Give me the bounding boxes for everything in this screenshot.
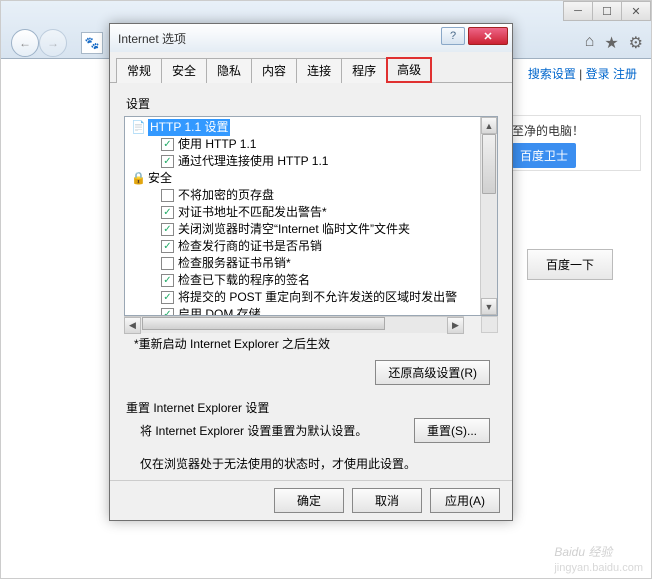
home-icon[interactable]: ⌂ — [585, 33, 595, 53]
scroll-down-icon[interactable]: ▼ — [481, 298, 497, 315]
tree-item[interactable]: ✓检查已下载的程序的签名 — [127, 272, 480, 289]
vertical-scrollbar[interactable]: ▲ ▼ — [480, 117, 497, 315]
scroll-track[interactable] — [481, 134, 497, 298]
login-link[interactable]: 登录 — [586, 67, 610, 81]
tree-item[interactable]: ✓将提交的 POST 重定向到不允许发送的区域时发出警 — [127, 289, 480, 306]
checkbox-icon[interactable]: ✓ — [161, 308, 174, 315]
checkbox-icon[interactable]: ✓ — [161, 223, 174, 236]
apply-button[interactable]: 应用(A) — [430, 488, 500, 513]
help-button[interactable]: ? — [441, 27, 465, 45]
ok-button[interactable]: 确定 — [274, 488, 344, 513]
scroll-corner — [481, 316, 498, 333]
tree-group-http[interactable]: 📄HTTP 1.1 设置 — [127, 119, 480, 136]
promo-button[interactable]: 百度卫士 — [512, 143, 576, 168]
tab-general[interactable]: 常规 — [116, 58, 162, 83]
checkbox-icon[interactable]: ✓ — [161, 291, 174, 304]
checkbox-icon[interactable]: ✓ — [161, 274, 174, 287]
register-link[interactable]: 注册 — [613, 67, 637, 81]
tab-strip: 常规 安全 隐私 内容 连接 程序 高级 — [110, 52, 512, 83]
tree-item[interactable]: ✓使用 HTTP 1.1 — [127, 136, 480, 153]
tab-privacy[interactable]: 隐私 — [206, 58, 252, 83]
scroll-left-icon[interactable]: ◀ — [124, 317, 141, 334]
hscroll-thumb[interactable] — [142, 317, 385, 330]
tree-item[interactable]: ✓启用 DOM 存储 — [127, 306, 480, 315]
checkbox-icon[interactable]: ✓ — [161, 138, 174, 151]
dialog-titlebar[interactable]: Internet 选项 ? ✕ — [110, 24, 512, 52]
tree-item[interactable]: ✓对证书地址不匹配发出警告* — [127, 204, 480, 221]
tree-item[interactable]: 不将加密的页存盘 — [127, 187, 480, 204]
star-icon[interactable]: ★ — [604, 33, 618, 53]
cancel-button[interactable]: 取消 — [352, 488, 422, 513]
toolbar-icons: ⌂ ★ ⚙ — [585, 33, 643, 53]
tab-connections[interactable]: 连接 — [296, 58, 342, 83]
gear-icon[interactable]: ⚙ — [629, 33, 643, 53]
horizontal-scrollbar[interactable]: ◀ ▶ — [124, 316, 464, 333]
checkbox-icon[interactable] — [161, 257, 174, 270]
tab-advanced[interactable]: 高级 — [386, 57, 432, 83]
minimize-button[interactable]: ─ — [563, 1, 593, 21]
tree-item[interactable]: ✓通过代理连接使用 HTTP 1.1 — [127, 153, 480, 170]
tab-programs[interactable]: 程序 — [341, 58, 387, 83]
checkbox-icon[interactable]: ✓ — [161, 155, 174, 168]
tree-group-security[interactable]: 🔒安全 — [127, 170, 480, 187]
forward-button[interactable]: → — [39, 29, 67, 57]
search-settings-link[interactable]: 搜索设置 — [528, 67, 576, 81]
favicon: 🐾 — [81, 32, 103, 54]
close-window-button[interactable]: ✕ — [621, 1, 651, 21]
checkbox-icon[interactable] — [161, 189, 174, 202]
window-controls: ─ ☐ ✕ — [564, 1, 651, 21]
tree-item[interactable]: ✓关闭浏览器时清空“Internet 临时文件”文件夹 — [127, 221, 480, 238]
tab-security[interactable]: 安全 — [161, 58, 207, 83]
promo-card: 至净的电脑！ 百度卫士 — [505, 115, 641, 171]
settings-label: 设置 — [126, 95, 498, 112]
header-links: 搜索设置 | 登录 注册 — [528, 65, 637, 82]
dialog-title: Internet 选项 — [118, 30, 186, 47]
tab-content[interactable]: 内容 — [251, 58, 297, 83]
reset-description: 将 Internet Explorer 设置重置为默认设置。 — [140, 422, 367, 439]
nav-buttons: ← → — [11, 29, 67, 57]
scroll-right-icon[interactable]: ▶ — [447, 317, 464, 334]
restore-defaults-button[interactable]: 还原高级设置(R) — [375, 360, 490, 385]
dialog-close-button[interactable]: ✕ — [468, 27, 508, 45]
dialog-footer: 确定 取消 应用(A) — [110, 480, 512, 520]
settings-tree[interactable]: 📄HTTP 1.1 设置 ✓使用 HTTP 1.1 ✓通过代理连接使用 HTTP… — [125, 117, 480, 315]
restart-note: *重新启动 Internet Explorer 之后生效 — [124, 333, 498, 358]
reset-info: 仅在浏览器处于无法使用的状态时，才使用此设置。 — [124, 449, 498, 480]
maximize-button[interactable]: ☐ — [592, 1, 622, 21]
dialog-body: 设置 📄HTTP 1.1 设置 ✓使用 HTTP 1.1 ✓通过代理连接使用 H… — [110, 83, 512, 488]
checkbox-icon[interactable]: ✓ — [161, 240, 174, 253]
hscroll-track[interactable] — [142, 317, 446, 332]
promo-text: 至净的电脑！ — [512, 122, 640, 139]
scroll-up-icon[interactable]: ▲ — [481, 117, 497, 134]
checkbox-icon[interactable]: ✓ — [161, 206, 174, 219]
tree-item[interactable]: ✓检查发行商的证书是否吊销 — [127, 238, 480, 255]
baidu-search-button[interactable]: 百度一下 — [527, 249, 613, 280]
tree-item[interactable]: 检查服务器证书吊销* — [127, 255, 480, 272]
watermark: Baidu 经验 jingyan.baidu.com — [554, 539, 643, 574]
internet-options-dialog: Internet 选项 ? ✕ 常规 安全 隐私 内容 连接 程序 高级 设置 … — [109, 23, 513, 521]
settings-tree-container: 📄HTTP 1.1 设置 ✓使用 HTTP 1.1 ✓通过代理连接使用 HTTP… — [124, 116, 498, 316]
reset-group-label: 重置 Internet Explorer 设置 — [126, 399, 498, 416]
lock-icon: 🔒 — [131, 170, 146, 187]
reset-button[interactable]: 重置(S)... — [414, 418, 490, 443]
scroll-thumb[interactable] — [482, 134, 496, 194]
page-icon: 📄 — [131, 119, 146, 136]
back-button[interactable]: ← — [11, 29, 39, 57]
